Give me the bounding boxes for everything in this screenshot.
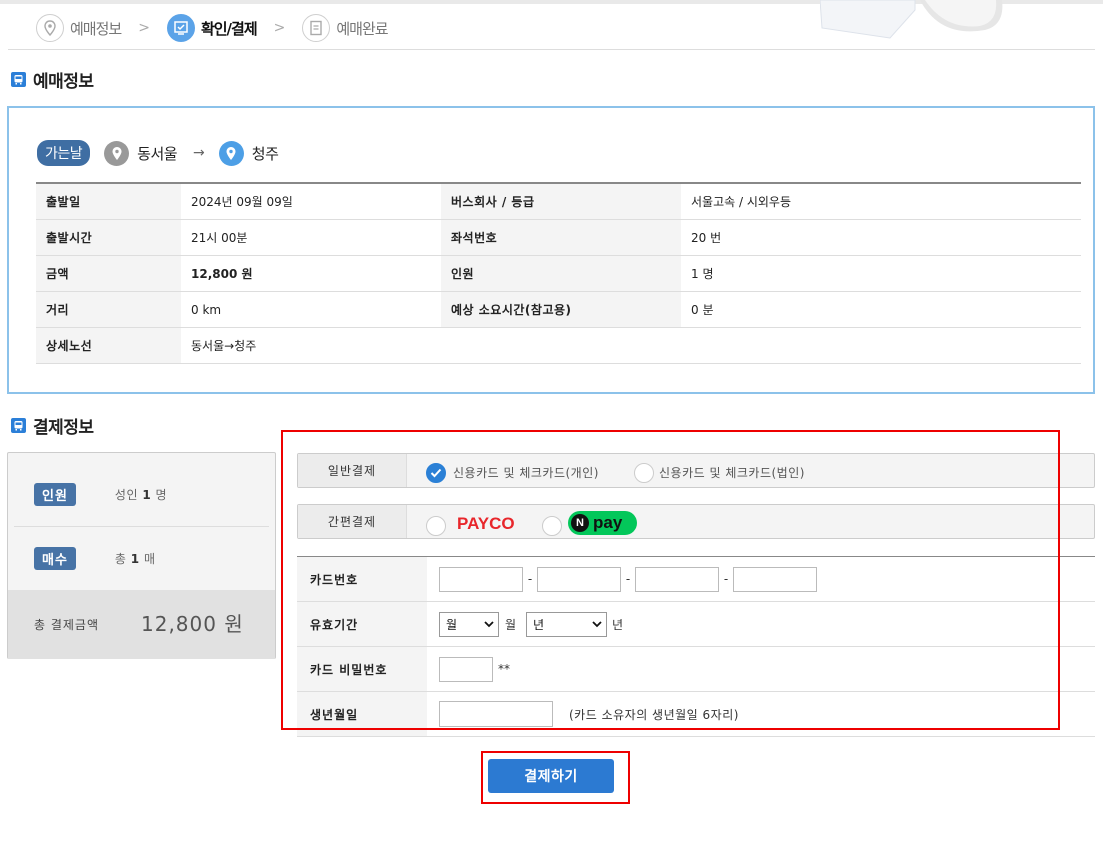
direction-badge: 가는날 [37,140,91,166]
detail-label: 예상 소요시간(참고용) [441,291,681,328]
total-value: 12,800 원 [141,612,244,636]
reservation-detail-table: 출발일 2024년 09월 09일 버스회사 / 등급 서울고속 / 시외우등 … [36,182,1081,364]
location-pin-icon [104,140,130,166]
bus-icon [11,418,26,433]
step-confirm-payment: 확인/결제 [166,14,258,42]
summary-people: 인원 성인 1 명 [34,483,167,506]
detail-label: 버스회사 / 등급 [441,183,681,220]
detail-label: 출발일 [36,183,181,220]
decorative-ticket-image [820,0,1003,39]
tickets-value: 총 1 매 [114,552,156,566]
detail-value: 12,800 원 [181,255,441,292]
section-title-text: 결제정보 [33,418,94,438]
detail-value: 21시 00분 [181,219,441,256]
tickets-badge: 매수 [34,547,76,570]
payment-summary: 인원 성인 1 명 매수 총 1 매 총 결제금액 12,800 원 [7,452,276,659]
detail-value: 동서울→청주 [181,327,441,364]
arrow-right-icon: → [193,145,205,161]
total-label: 총 결제금액 [34,618,100,632]
summary-tickets: 매수 총 1 매 [34,547,156,570]
detail-label: 금액 [36,255,181,292]
detail-value: 0 분 [681,291,1081,328]
table-row: 거리 0 km 예상 소요시간(참고용) 0 분 [36,291,1081,328]
table-row: 상세노선 동서울→청주 [36,327,1081,364]
step-label: 예매정보 [70,19,122,38]
highlight-payment-form [281,430,1060,730]
departure-city: 동서울 [137,144,178,163]
section-title-payment: 결제정보 [11,413,94,438]
chevron-right-icon: > [273,20,286,36]
reservation-box: 가는날 동서울 → 청주 출발일 2024년 09월 09일 버스회사 / 등급… [7,106,1095,394]
detail-label: 상세노선 [36,327,181,364]
divider [8,49,1095,50]
chevron-right-icon: > [138,20,150,36]
section-title-text: 예매정보 [33,72,94,92]
step-reservation-info: 예매정보 [36,14,122,42]
progress-steps: 예매정보 > 확인/결제 > 예매완료 [36,12,389,44]
table-row: 출발시간 21시 00분 좌석번호 20 번 [36,219,1081,256]
detail-empty [681,327,1081,364]
detail-label: 좌석번호 [441,219,681,256]
pay-button[interactable]: 결제하기 [488,759,614,793]
section-title-reservation: 예매정보 [11,67,94,92]
document-icon [302,14,331,42]
step-complete: 예매완료 [302,14,389,42]
bus-icon [11,72,26,87]
step-label: 확인/결제 [200,19,258,38]
people-value: 성인 1 명 [114,488,168,502]
detail-value: 20 번 [681,219,1081,256]
detail-label: 거리 [36,291,181,328]
detail-value: 1 명 [681,255,1081,292]
detail-value: 서울고속 / 시외우등 [681,183,1081,220]
location-pin-icon [218,140,244,166]
detail-label: 인원 [441,255,681,292]
table-row: 금액 12,800 원 인원 1 명 [36,255,1081,292]
detail-label: 출발시간 [36,219,181,256]
arrival-city: 청주 [251,144,279,163]
location-pin-icon [36,14,64,42]
detail-value: 0 km [181,291,441,328]
route: 가는날 동서울 → 청주 [37,140,279,166]
summary-total: 총 결제금액 12,800 원 [8,590,275,659]
detail-empty [441,327,681,364]
detail-value: 2024년 09월 09일 [181,183,441,220]
table-row: 출발일 2024년 09월 09일 버스회사 / 등급 서울고속 / 시외우등 [36,183,1081,220]
people-badge: 인원 [34,483,76,506]
divider [14,526,269,527]
check-screen-icon [166,14,195,42]
step-label: 예매완료 [336,19,388,38]
